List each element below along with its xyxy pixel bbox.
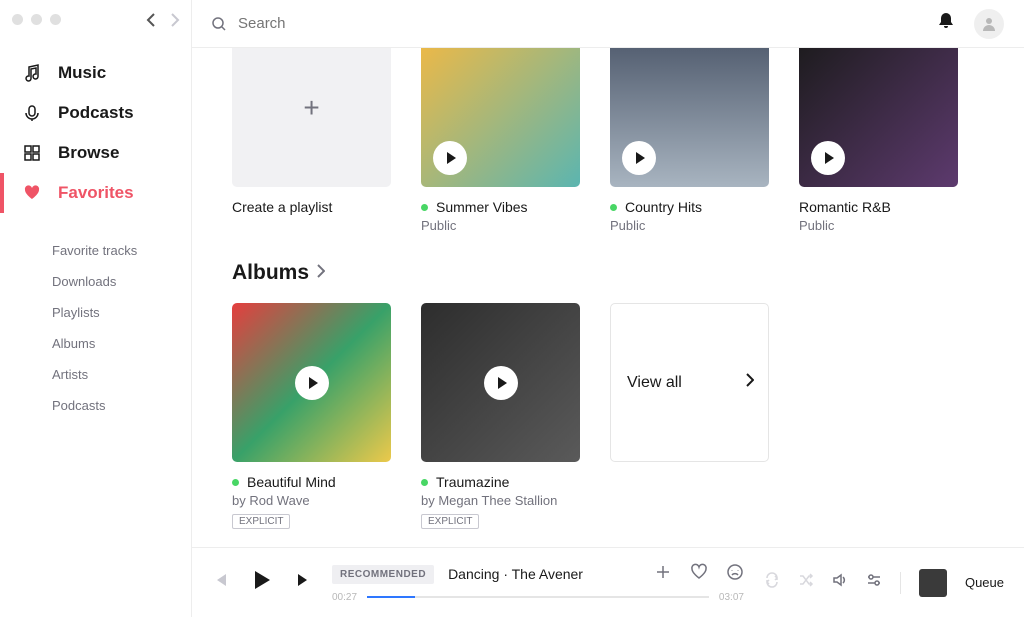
settings-button[interactable] [866,572,882,593]
sidebar-sub-artists[interactable]: Artists [0,359,191,390]
play-pause-button[interactable] [250,568,274,597]
now-playing-track: Dancing · The Avener [448,566,640,582]
playlist-title: Country Hits [625,199,702,215]
sidebar-sub-downloads[interactable]: Downloads [0,266,191,297]
playlist-sub: Public [421,218,580,233]
search-input[interactable] [238,15,920,32]
play-button[interactable] [811,141,845,175]
progress-fill [367,596,415,598]
repeat-button[interactable] [764,572,780,593]
explicit-badge: EXPLICIT [232,514,290,529]
sidebar-label-music: Music [58,63,106,83]
window-close[interactable] [12,14,23,25]
album-title: Beautiful Mind [247,474,336,490]
next-track-button[interactable] [296,572,312,593]
album-title: Traumazine [436,474,509,490]
albums-section-header[interactable]: Albums [232,261,984,285]
playlist-title: Summer Vibes [436,199,528,215]
play-button[interactable] [484,366,518,400]
user-avatar[interactable] [974,9,1004,39]
chevron-right-icon [317,264,325,283]
view-all-label: View all [627,374,682,392]
sidebar-sub-favorite-tracks[interactable]: Favorite tracks [0,235,191,266]
sidebar-sub-podcasts[interactable]: Podcasts [0,390,191,421]
status-dot [232,479,239,486]
playlist-card-romantic-rnb[interactable]: r&b Romantic R&B Public [799,48,958,233]
status-dot [421,204,428,211]
add-track-button[interactable] [654,563,672,586]
shuffle-button[interactable] [798,572,814,593]
window-minimize[interactable] [31,14,42,25]
divider [900,572,901,594]
section-title: Albums [232,261,309,285]
plus-icon: + [303,92,319,124]
volume-button[interactable] [832,572,848,593]
sidebar-label-favorites: Favorites [58,183,134,203]
album-card-traumazine[interactable]: Traumazine by Megan Thee Stallion EXPLIC… [421,303,580,529]
header [192,0,1024,48]
album-artist: by Megan Thee Stallion [421,493,580,508]
sidebar: Music Podcasts Browse Favorites [0,0,192,617]
create-playlist-card[interactable]: + Create a playlist [232,48,391,233]
sidebar-sub-playlists[interactable]: Playlists [0,297,191,328]
dislike-track-button[interactable] [726,563,744,586]
playlist-title: Romantic R&B [799,199,891,215]
podcasts-icon [22,103,42,123]
sidebar-item-music[interactable]: Music [0,53,191,93]
queue-button[interactable]: Queue [965,575,1004,590]
total-time: 03:07 [719,592,744,603]
playlist-card-summer-vibes[interactable]: summer vibes Summer Vibes Public [421,48,580,233]
recommended-badge: RECOMMENDED [332,565,434,584]
notifications-button[interactable] [938,12,954,35]
album-card-beautiful-mind[interactable]: Beautiful Mind by Rod Wave EXPLICIT [232,303,391,529]
sidebar-item-podcasts[interactable]: Podcasts [0,93,191,133]
playlist-sub: Public [610,218,769,233]
music-icon [22,63,42,83]
sidebar-label-browse: Browse [58,143,119,163]
search-icon [212,17,226,31]
play-button[interactable] [295,366,329,400]
sidebar-item-favorites[interactable]: Favorites [0,173,191,213]
browse-icon [22,143,42,163]
elapsed-time: 00:27 [332,592,357,603]
progress-slider[interactable] [367,596,709,598]
nav-back-button[interactable] [146,12,156,22]
playlist-sub: Public [799,218,958,233]
album-artist: by Rod Wave [232,493,391,508]
view-all-albums-button[interactable]: View all [610,303,769,462]
nav-forward-button[interactable] [170,12,180,22]
sidebar-label-podcasts: Podcasts [58,103,134,123]
like-track-button[interactable] [690,563,708,586]
status-dot [610,204,617,211]
play-button[interactable] [433,141,467,175]
create-playlist-label: Create a playlist [232,199,332,215]
sidebar-sub-albums[interactable]: Albums [0,328,191,359]
sidebar-item-browse[interactable]: Browse [0,133,191,173]
playlist-card-country-hits[interactable]: country hits Country Hits Public [610,48,769,233]
chevron-right-icon [746,373,754,392]
window-maximize[interactable] [50,14,61,25]
play-button[interactable] [622,141,656,175]
player-bar: RECOMMENDED Dancing · The Avener [192,547,1024,617]
status-dot [421,479,428,486]
queue-thumbnail[interactable] [919,569,947,597]
previous-track-button[interactable] [212,572,228,593]
favorites-icon [22,183,42,203]
explicit-badge: EXPLICIT [421,514,479,529]
